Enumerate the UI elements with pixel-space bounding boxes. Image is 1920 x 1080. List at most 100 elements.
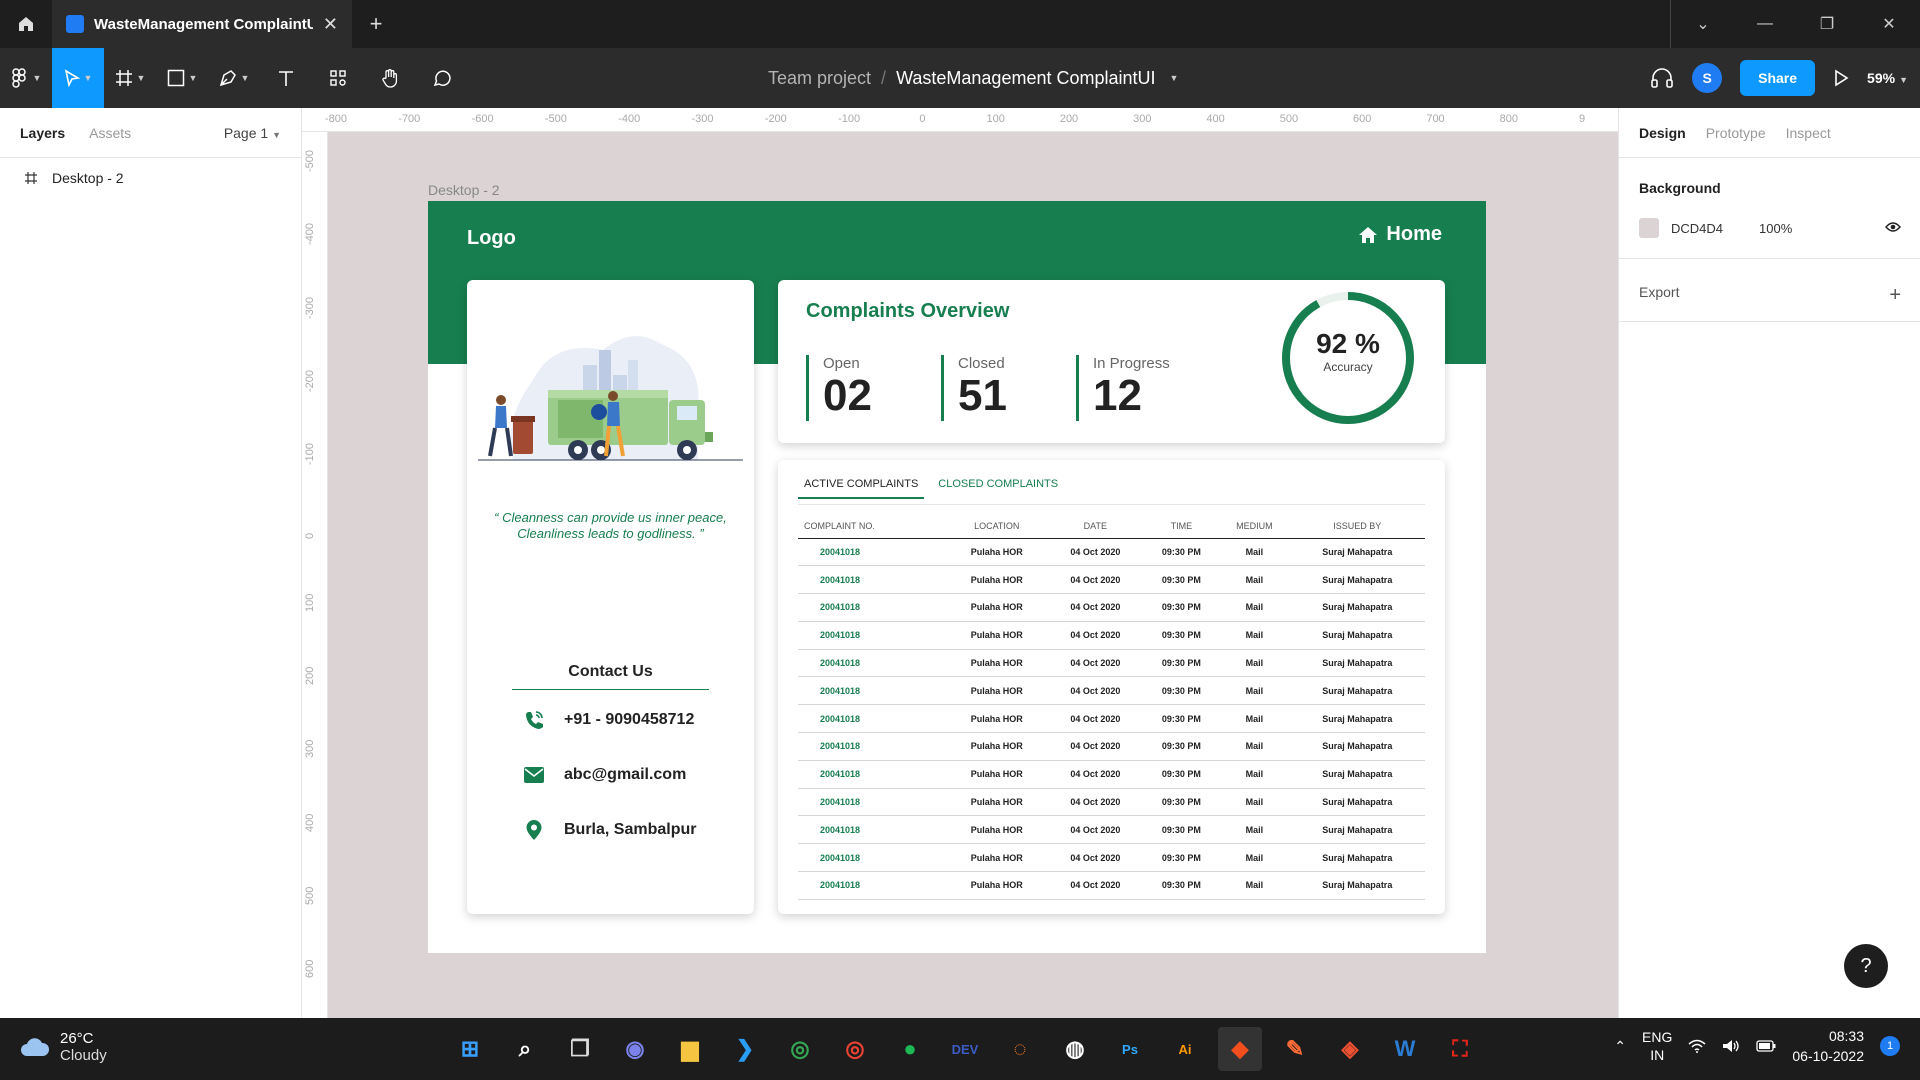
table-cell: Pulaha HOR	[946, 676, 1047, 706]
table-cell: 20041018	[798, 704, 947, 734]
chrome-profile-icon[interactable]: ◎	[833, 1027, 877, 1071]
table-row[interactable]: 20041018 Pulaha HOR 04 Oct 2020 09:30 PM Mai…	[798, 621, 1425, 650]
table-row[interactable]: 20041018 Pulaha HOR 04 Oct 2020 09:30 PM Mai…	[798, 565, 1425, 595]
git-icon[interactable]: ◈	[1328, 1027, 1372, 1071]
background-hex[interactable]: DCD4D4	[1671, 221, 1723, 236]
table-row[interactable]: 20041018 Pulaha HOR 04 Oct 2020 09:30 PM Mai…	[798, 538, 1425, 567]
tab-inspect[interactable]: Inspect	[1786, 125, 1831, 141]
layers-panel: Layers Assets Page 1 ▼ Desktop - 2	[0, 108, 302, 1018]
frame-tool-button[interactable]: ▼	[104, 48, 156, 108]
headphones-icon[interactable]	[1650, 67, 1674, 89]
zoom-level[interactable]: 59% ▼	[1867, 70, 1908, 86]
pen-tool-button[interactable]: ▼	[208, 48, 260, 108]
chevron-up-icon[interactable]: ⌃	[1614, 1038, 1626, 1055]
help-button[interactable]: ?	[1844, 944, 1888, 988]
plus-icon[interactable]: +	[1889, 284, 1901, 307]
clock[interactable]: 08:33 06-10-2022	[1792, 1026, 1864, 1066]
start-icon[interactable]: ⊞	[448, 1027, 492, 1071]
hand-tool-button[interactable]	[364, 48, 416, 108]
table-row[interactable]: 20041018 Pulaha HOR 04 Oct 2020 09:30 PM Mai…	[798, 788, 1425, 817]
layer-item[interactable]: Desktop - 2	[0, 158, 301, 198]
table-cell: Mail	[1219, 871, 1290, 900]
chevron-down-icon[interactable]: ⌄	[1672, 0, 1734, 48]
chevron-down-icon[interactable]: ▼	[1170, 73, 1179, 83]
illustrator-icon[interactable]: Ai	[1163, 1027, 1207, 1071]
address: Burla, Sambalpur	[564, 821, 697, 838]
color-swatch[interactable]	[1639, 218, 1659, 238]
export-section[interactable]: Export +	[1639, 284, 1901, 307]
volume-icon[interactable]	[1722, 1039, 1740, 1053]
postman-icon[interactable]: ✎	[1273, 1027, 1317, 1071]
desktop-frame[interactable]: Logo Home “ Cleanness can provide us inn…	[428, 201, 1486, 953]
avatar[interactable]: S	[1692, 63, 1723, 93]
shape-tool-button[interactable]: ▼	[156, 48, 208, 108]
devc-icon[interactable]: DEV	[943, 1027, 987, 1071]
table-cell: Suraj Mahapatra	[1289, 704, 1425, 734]
vscode-icon[interactable]: ❯	[723, 1027, 767, 1071]
table-row[interactable]: 20041018 Pulaha HOR 04 Oct 2020 09:30 PM Mai…	[798, 676, 1425, 706]
weather-widget[interactable]: 26°C Cloudy	[20, 1030, 107, 1064]
tab-assets[interactable]: Assets	[89, 125, 131, 141]
task-view-icon[interactable]: ❐	[558, 1027, 602, 1071]
table-row[interactable]: 20041018 Pulaha HOR 04 Oct 2020 09:30 PM Mai…	[798, 760, 1425, 789]
file-name[interactable]: WasteManagement ComplaintUI	[896, 68, 1155, 89]
search-icon[interactable]: ⌕	[503, 1027, 547, 1071]
tab-layers[interactable]: Layers	[20, 125, 65, 141]
main-menu-button[interactable]: ▼	[0, 48, 52, 108]
wps-icon[interactable]: ◍	[1053, 1027, 1097, 1071]
tab-design[interactable]: Design	[1639, 125, 1686, 141]
photoshop-icon[interactable]: Ps	[1108, 1027, 1152, 1071]
background-opacity[interactable]: 100%	[1759, 221, 1792, 236]
page-selector[interactable]: Page 1 ▼	[224, 125, 281, 141]
chrome-icon[interactable]: ◎	[778, 1027, 822, 1071]
home-icon[interactable]	[0, 0, 52, 48]
word-icon[interactable]: W	[1383, 1027, 1427, 1071]
notification-badge[interactable]: 1	[1880, 1036, 1900, 1056]
table-row[interactable]: 20041018 Pulaha HOR 04 Oct 2020 09:30 PM Mai…	[798, 704, 1425, 734]
table-row[interactable]: 20041018 Pulaha HOR 04 Oct 2020 09:30 PM Mai…	[798, 843, 1425, 873]
move-tool-button[interactable]: ▼	[52, 48, 104, 108]
language-indicator[interactable]: ENG IN	[1642, 1028, 1672, 1064]
ruler-tick-label: 300	[304, 740, 316, 759]
tab-active-complaints[interactable]: ACTIVE COMPLAINTS	[798, 478, 925, 499]
ruler-tick-label: 600	[1353, 113, 1372, 125]
text-tool-button[interactable]	[260, 48, 312, 108]
chat-icon[interactable]: ◉	[613, 1027, 657, 1071]
table-row[interactable]: 20041018 Pulaha HOR 04 Oct 2020 09:30 PM Mai…	[798, 732, 1425, 761]
comment-tool-button[interactable]	[416, 48, 468, 108]
wifi-icon[interactable]	[1688, 1039, 1706, 1053]
table-cell: Pulaha HOR	[946, 565, 1047, 595]
figma-icon[interactable]: ◆	[1218, 1027, 1262, 1071]
table-row[interactable]: 20041018 Pulaha HOR 04 Oct 2020 09:30 PM Mai…	[798, 871, 1425, 900]
battery-icon[interactable]	[1756, 1040, 1776, 1052]
frame-icon	[115, 70, 132, 86]
jupyter-icon[interactable]: ◌	[998, 1027, 1042, 1071]
canvas[interactable]: Desktop - 2 Logo Home “ Cleanness can pr…	[328, 132, 1618, 1018]
present-play-icon[interactable]	[1833, 69, 1849, 87]
restore-icon[interactable]: ❐	[1796, 0, 1858, 48]
weather-condition: Cloudy	[60, 1047, 107, 1064]
file-explorer-icon[interactable]: ▆	[668, 1027, 712, 1071]
spotify-icon[interactable]: ●	[888, 1027, 932, 1071]
close-tab-icon[interactable]: ✕	[323, 14, 338, 35]
new-tab-icon[interactable]: +	[352, 11, 400, 37]
table-row[interactable]: 20041018 Pulaha HOR 04 Oct 2020 09:30 PM Mai…	[798, 815, 1425, 845]
file-tab[interactable]: WasteManagement ComplaintUI ✕	[52, 0, 352, 48]
table-cell: Mail	[1219, 788, 1290, 817]
tab-closed-complaints[interactable]: CLOSED COMPLAINTS	[932, 478, 1064, 499]
table-row[interactable]: 20041018 Pulaha HOR 04 Oct 2020 09:30 PM Mai…	[798, 649, 1425, 678]
tab-title: WasteManagement ComplaintUI	[94, 15, 313, 33]
ruler-tick-label: 400	[304, 813, 316, 832]
minimize-icon[interactable]: —	[1734, 0, 1796, 48]
project-name[interactable]: Team project	[768, 68, 871, 89]
acrobat-icon[interactable]: ⛶	[1438, 1027, 1482, 1071]
table-row[interactable]: 20041018 Pulaha HOR 04 Oct 2020 09:30 PM Mai…	[798, 593, 1425, 622]
frame-label[interactable]: Desktop - 2	[428, 182, 500, 198]
share-button[interactable]: Share	[1740, 60, 1816, 96]
complaints-table: COMPLAINT NO. LOCATION DATE TIME MEDIUM ISSUE…	[798, 514, 1425, 900]
ruler-tick-label: -400	[304, 223, 316, 246]
eye-icon[interactable]	[1885, 221, 1901, 236]
close-window-icon[interactable]: ✕	[1858, 0, 1920, 48]
tab-prototype[interactable]: Prototype	[1706, 125, 1766, 141]
resources-tool-button[interactable]	[312, 48, 364, 108]
